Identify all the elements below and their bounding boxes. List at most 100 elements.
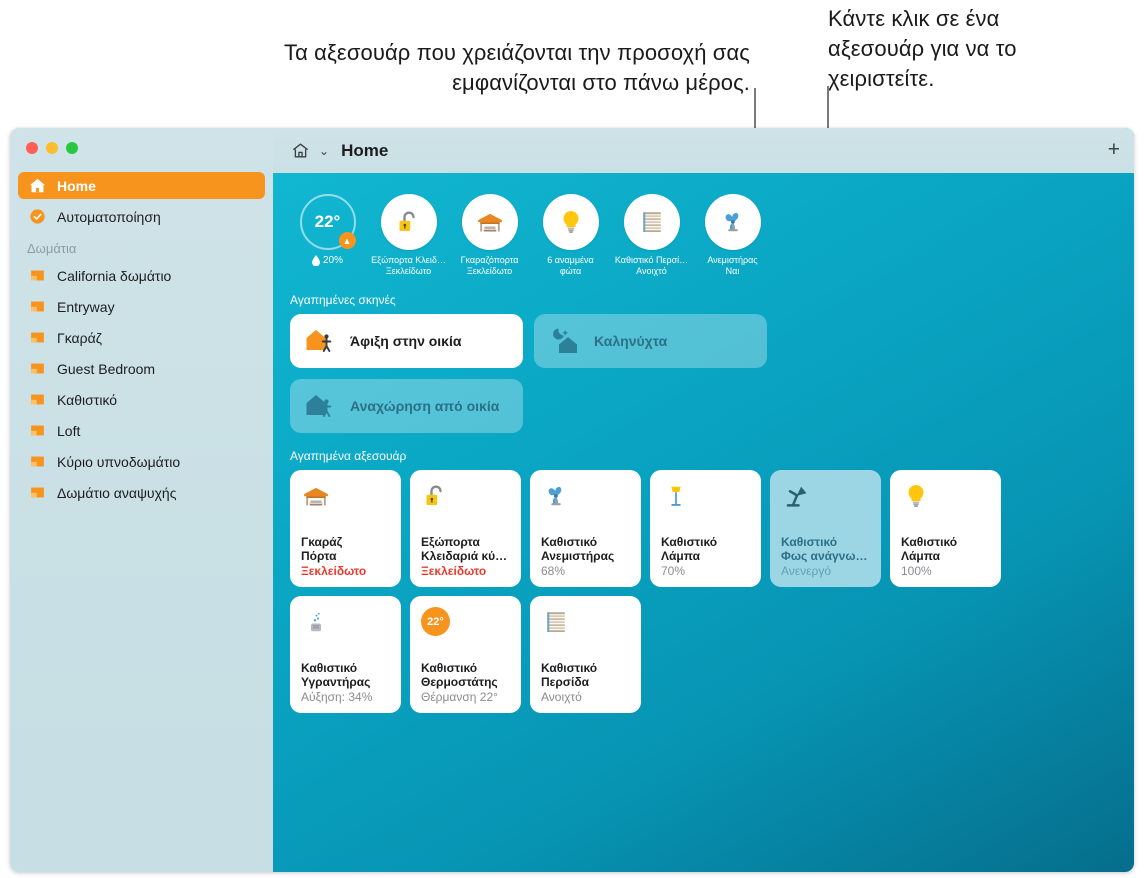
- accessory-tile[interactable]: Καθιστικό Φως ανάγνω… Ανενεργό: [770, 470, 881, 587]
- accessory-tile[interactable]: Καθιστικό Λάμπα 70%: [650, 470, 761, 587]
- room-icon: [27, 390, 48, 410]
- room-icon: [31, 332, 44, 343]
- accessory-tile[interactable]: Καθιστικό Ανεμιστήρας 68%: [530, 470, 641, 587]
- room-icon: [27, 359, 48, 379]
- status-item[interactable]: Γκαραζόπορτα Ξεκλείδωτο: [451, 194, 528, 277]
- status-item[interactable]: Ανεμιστήρας Ναι: [694, 194, 771, 277]
- room-icon: [31, 363, 44, 374]
- accessory-name-line2: Ανεμιστήρας: [541, 549, 615, 563]
- sidebar-item-room[interactable]: Κύριο υπνοδωμάτιο: [18, 448, 265, 475]
- lightbulb-icon: [542, 194, 599, 250]
- humidity-readout: 20%: [289, 255, 366, 266]
- accessory-name-line1: Καθιστικό: [301, 660, 358, 675]
- scene-button[interactable]: Καληνύχτα: [534, 314, 767, 368]
- toolbar: ⌄ Home +: [273, 128, 1134, 173]
- status-item[interactable]: Εξώπορτα Κλειδ… Ξεκλείδωτο: [370, 194, 447, 277]
- chevron-down-icon[interactable]: ⌄: [319, 144, 329, 158]
- accessory-name-line1: Καθιστικό: [661, 534, 718, 549]
- accessory-tile[interactable]: Εξώπορτα Κλειδαριά κύ… Ξεκλείδωτο: [410, 470, 521, 587]
- sidebar-item-room[interactable]: Loft: [18, 417, 265, 444]
- accessory-state: Ξεκλείδωτο: [421, 563, 487, 578]
- accessory-state: Ανοιχτό: [541, 689, 582, 704]
- blinds-icon: [642, 212, 661, 232]
- automation-clock-icon: [27, 207, 48, 227]
- accessories-section-title: Αγαπημένα αξεσουάρ: [290, 449, 407, 463]
- status-item-state: Ναι: [725, 266, 740, 276]
- climate-status[interactable]: 22° ▲ 20%: [289, 194, 366, 266]
- accessory-name-line1: Καθιστικό: [421, 660, 478, 675]
- sidebar-room-label: Καθιστικό: [57, 391, 118, 408]
- status-item-label: Εξώπορτα Κλειδ…: [371, 255, 446, 265]
- humidifier-icon: [311, 612, 321, 632]
- garage-door-icon: [477, 213, 502, 232]
- accessory-state: 100%: [901, 563, 932, 578]
- fan-icon: [704, 194, 761, 250]
- room-icon: [31, 487, 44, 498]
- home-app-window: Home Αυτοματοποίηση Δωμάτια California δ…: [10, 128, 1134, 872]
- sidebar-room-label: Entryway: [57, 298, 115, 315]
- accessory-name-line2: Υγραντήρας: [301, 675, 371, 689]
- sidebar-item-room[interactable]: Καθιστικό: [18, 386, 265, 413]
- droplet-icon: [311, 255, 320, 266]
- accessory-name-line1: Καθιστικό: [901, 534, 958, 549]
- window-controls[interactable]: [26, 142, 78, 154]
- sidebar-item-room[interactable]: Guest Bedroom: [18, 355, 265, 382]
- status-strip: 22° ▲ 20% Εξώπορτα Κλειδ… Ξεκλείδωτο Γκα…: [273, 173, 1134, 277]
- fan-icon: [725, 212, 738, 232]
- add-button[interactable]: +: [1108, 139, 1120, 162]
- blinds-icon: [547, 612, 565, 632]
- unlocked-padlock-icon: [380, 194, 437, 250]
- moon-house-icon: [553, 328, 577, 353]
- house-person-icon: [305, 391, 339, 421]
- scene-label: Καληνύχτα: [594, 333, 668, 349]
- desk-lamp-icon: [786, 486, 807, 507]
- room-icon: [31, 425, 44, 436]
- sidebar-item-room[interactable]: Δωμάτιο αναψυχής: [18, 479, 265, 506]
- accessory-tile[interactable]: Γκαράζ Πόρτα Ξεκλείδωτο: [290, 470, 401, 587]
- accessory-name-line2: Περσίδα: [541, 675, 589, 689]
- maximize-button[interactable]: [66, 142, 78, 154]
- screenshot-root: Τα αξεσουάρ που χρειάζονται την προσοχή …: [0, 0, 1144, 878]
- sidebar-item-room[interactable]: Γκαράζ: [18, 324, 265, 351]
- home-icon: [27, 176, 48, 196]
- accessory-tile[interactable]: Καθιστικό Περσίδα Ανοιχτό: [530, 596, 641, 713]
- sidebar-rooms-header: Δωμάτια: [27, 241, 77, 256]
- accessory-state: Ανενεργό: [781, 563, 831, 578]
- status-item[interactable]: Καθιστικό Περσί… Ανοιχτό: [613, 194, 690, 277]
- accessories-grid: Γκαράζ Πόρτα Ξεκλείδωτο Εξώπορτα Κλειδαριά …: [273, 470, 1118, 713]
- scene-button[interactable]: Αναχώρηση από οικία: [290, 379, 523, 433]
- sidebar-item-automation[interactable]: Αυτοματοποίηση: [18, 203, 265, 230]
- house-person-icon: [306, 330, 332, 352]
- accessory-icon: [421, 481, 511, 517]
- sidebar-room-label: California δωμάτιο: [57, 267, 172, 284]
- status-item-state: Ανοιχτό: [636, 266, 667, 276]
- callout-text-left: Τα αξεσουάρ που χρειάζονται την προσοχή …: [284, 40, 750, 95]
- sidebar-item-room[interactable]: California δωμάτιο: [18, 262, 265, 289]
- close-button[interactable]: [26, 142, 38, 154]
- accessory-tile[interactable]: Καθιστικό Υγραντήρας Αύξηση: 34%: [290, 596, 401, 713]
- lightbulb-icon: [908, 485, 924, 507]
- home-icon: [291, 141, 310, 160]
- sidebar-item-home[interactable]: Home: [18, 172, 265, 199]
- humidity-value: 20%: [322, 255, 343, 266]
- unlocked-padlock-icon: [399, 211, 415, 231]
- minimize-button[interactable]: [46, 142, 58, 154]
- status-item[interactable]: 6 αναμμένα φώτα: [532, 194, 609, 277]
- sidebar: Home Αυτοματοποίηση Δωμάτια California δ…: [10, 128, 273, 872]
- accessory-icon: [781, 481, 871, 517]
- room-icon: [27, 297, 48, 317]
- accessory-tile[interactable]: 22° Καθιστικό Θερμοστάτης Θέρμανση 22°: [410, 596, 521, 713]
- main-content: ⌄ Home + 22° ▲ 20% Εξώπορτα Κλειδ… Ξεκλε…: [273, 128, 1134, 872]
- status-item-label: Γκαραζόπορτα: [460, 255, 519, 265]
- accessory-name-line1: Καθιστικό: [781, 534, 838, 549]
- accessory-state: Ξεκλείδωτο: [301, 563, 367, 578]
- room-icon: [27, 452, 48, 472]
- scene-button[interactable]: Άφιξη στην οικία: [290, 314, 523, 368]
- floor-lamp-icon: [671, 486, 681, 506]
- accessory-tile[interactable]: Καθιστικό Λάμπα 100%: [890, 470, 1001, 587]
- accessory-icon: [661, 481, 751, 517]
- accessory-name-line1: Καθιστικό: [541, 660, 598, 675]
- sidebar-item-room[interactable]: Entryway: [18, 293, 265, 320]
- accessory-state: 70%: [661, 563, 686, 578]
- accessory-name-line2: Θερμοστάτης: [421, 675, 498, 689]
